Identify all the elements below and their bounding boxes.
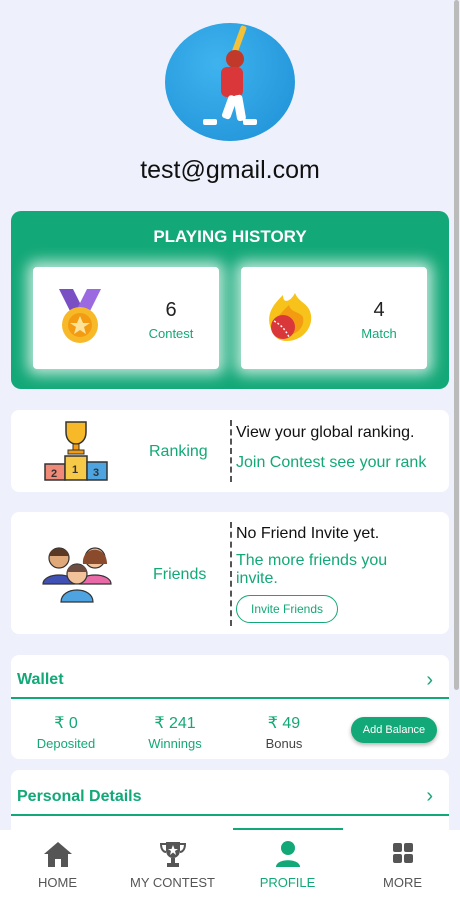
friends-group-icon [42,547,112,603]
ranking-divider [230,420,232,482]
nav-home[interactable]: HOME [0,830,115,900]
svg-text:2: 2 [51,468,57,480]
match-label: Match [361,326,397,341]
deposited-label: Deposited [36,736,96,751]
svg-text:1: 1 [72,464,78,476]
grid-menu-icon [393,843,413,863]
invite-friends-button[interactable]: Invite Friends [236,595,338,623]
personal-divider [11,814,449,816]
nav-more-label: MORE [383,875,422,890]
ranking-title: Ranking [149,443,208,460]
scrollbar[interactable] [454,0,459,690]
deposited-stat: ₹ 0 Deposited [21,713,111,751]
ranking-line2: Join Contest see your rank [236,454,427,471]
deposited-value: ₹ 0 [54,715,78,732]
match-count: 4 [373,299,385,321]
wallet-divider [11,697,449,699]
add-balance-button[interactable]: Add Balance [351,717,437,743]
contest-stat-card[interactable]: 6 Contest [33,267,219,369]
wallet-card: Wallet › ₹ 0 Deposited ₹ 241 Winnings ₹ … [11,655,449,759]
trophy-podium-icon: 2 1 3 [44,421,108,481]
contest-count: 6 [165,299,177,321]
nav-my-contest[interactable]: MY CONTEST [115,830,230,900]
bonus-stat: ₹ 49 Bonus [239,713,329,751]
bonus-label: Bonus [265,736,303,751]
user-email: test@gmail.com [140,156,320,184]
cricket-player-icon [203,25,257,125]
trophy-icon [159,842,187,867]
personal-details-title: Personal Details [17,788,142,805]
playing-history-card: PLAYING HISTORY 6 Contest 4 Match [11,211,449,389]
nav-profile[interactable]: PROFILE [230,830,345,900]
winnings-value: ₹ 241 [154,715,196,732]
nav-my-contest-label: MY CONTEST [130,875,215,890]
nav-profile-label: PROFILE [259,875,316,890]
bottom-navigation: HOME MY CONTEST PROFILE MORE [0,830,460,900]
wallet-title[interactable]: Wallet [17,671,64,689]
avatar[interactable] [165,23,295,141]
friends-title: Friends [153,566,207,583]
friends-card: Friends No Friend Invite yet. The more f… [11,512,449,634]
svg-text:3: 3 [93,467,99,479]
contest-label: Contest [148,326,194,341]
match-stat-card[interactable]: 4 Match [241,267,427,369]
profile-icon [276,841,300,867]
winnings-label: Winnings [148,736,202,751]
winnings-stat: ₹ 241 Winnings [130,713,220,751]
friends-line1: No Friend Invite yet. [236,525,380,542]
playing-history-title: PLAYING HISTORY [153,227,307,246]
home-icon [44,842,72,867]
bonus-value: ₹ 49 [267,715,301,732]
personal-details-card[interactable]: Personal Details › [11,770,449,830]
personal-chevron-right-icon[interactable]: › [426,785,433,808]
medal-icon [59,289,101,343]
ranking-card[interactable]: 2 1 3 Ranking View your global ranking. … [11,410,449,492]
nav-home-label: HOME [38,875,77,890]
friends-divider [230,522,232,626]
friends-line2: The more friends you [236,552,388,569]
friends-line3: invite. [236,570,278,587]
ranking-line1: View your global ranking. [236,424,415,441]
fire-ball-icon [269,293,312,341]
wallet-chevron-right-icon[interactable]: › [426,669,433,692]
nav-more[interactable]: MORE [345,830,460,900]
